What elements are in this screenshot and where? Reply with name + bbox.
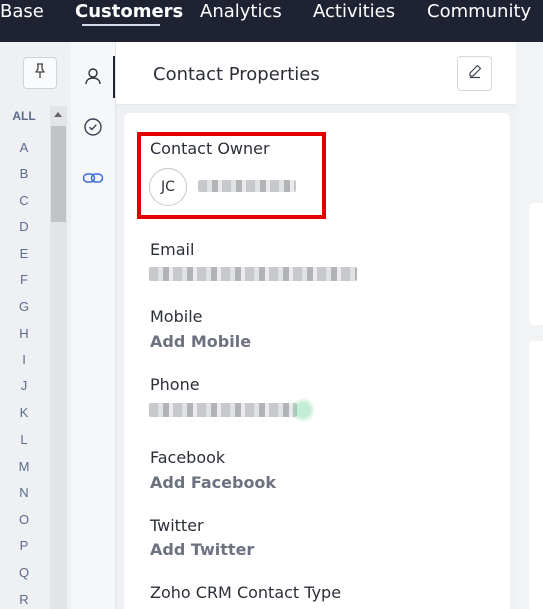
alphabet-scrollbar[interactable] xyxy=(50,106,67,609)
alpha-all[interactable]: ALL xyxy=(0,109,48,123)
alpha-letter[interactable]: F xyxy=(0,272,48,287)
alpha-letter[interactable]: M xyxy=(0,459,48,474)
twitter-label: Twitter xyxy=(150,516,204,535)
edit-button[interactable] xyxy=(457,56,492,91)
rail-active-indicator xyxy=(113,56,115,98)
alpha-letter[interactable]: D xyxy=(0,219,48,234)
scrollbar-thumb[interactable] xyxy=(51,126,66,222)
highlight-box xyxy=(137,132,326,219)
right-card xyxy=(529,433,543,609)
phone-value-redacted[interactable] xyxy=(149,403,297,417)
pin-button[interactable] xyxy=(23,57,57,89)
top-navigation: Base Customers Analytics Activities Comm… xyxy=(0,0,543,42)
detail-icon-rail xyxy=(71,42,116,609)
contact-properties-header: Contact Properties xyxy=(116,42,516,105)
alpha-letter[interactable]: R xyxy=(0,592,48,607)
nav-item-analytics[interactable]: Analytics xyxy=(200,1,282,22)
nav-item-activities[interactable]: Activities xyxy=(313,1,395,22)
alpha-letter[interactable]: L xyxy=(0,432,48,447)
add-twitter-link[interactable]: Add Twitter xyxy=(150,540,254,559)
nav-item-customers[interactable]: Customers xyxy=(75,1,183,22)
link-icon[interactable] xyxy=(81,166,105,190)
alpha-letter[interactable]: K xyxy=(0,405,48,420)
alpha-letter[interactable]: Q xyxy=(0,565,48,580)
scroll-up-arrow-icon[interactable] xyxy=(54,112,62,117)
alpha-letter[interactable]: I xyxy=(0,352,48,367)
nav-active-underline xyxy=(82,24,160,26)
alphabet-filter-panel: ALL A B C D E F G H I J K L M N O P Q R xyxy=(0,42,71,609)
alpha-letter[interactable]: P xyxy=(0,538,48,553)
add-facebook-link[interactable]: Add Facebook xyxy=(150,473,276,492)
alpha-letter[interactable]: B xyxy=(0,166,48,181)
email-label: Email xyxy=(150,240,195,259)
panel-title: Contact Properties xyxy=(153,64,320,85)
nav-item-base[interactable]: Base xyxy=(0,1,44,22)
alpha-letter[interactable]: E xyxy=(0,246,48,261)
add-mobile-link[interactable]: Add Mobile xyxy=(150,332,251,351)
phone-label: Phone xyxy=(150,375,200,394)
alpha-letter[interactable]: C xyxy=(0,193,48,208)
right-card xyxy=(529,341,543,433)
alpha-letter[interactable]: H xyxy=(0,326,48,341)
edit-icon xyxy=(467,63,483,84)
alpha-letter[interactable]: J xyxy=(0,378,48,393)
alpha-letter[interactable]: O xyxy=(0,512,48,527)
phone-call-icon[interactable] xyxy=(290,398,316,422)
mobile-label: Mobile xyxy=(150,307,203,326)
email-value-redacted[interactable] xyxy=(149,267,357,281)
pin-icon xyxy=(33,62,47,84)
alpha-letter[interactable]: G xyxy=(0,299,48,314)
alpha-letter[interactable]: N xyxy=(0,485,48,500)
facebook-label: Facebook xyxy=(150,448,226,467)
zoho-crm-contact-type-label: Zoho CRM Contact Type xyxy=(150,583,342,602)
nav-item-community[interactable]: Community xyxy=(427,1,531,22)
user-icon[interactable] xyxy=(81,64,105,88)
alpha-letter[interactable]: A xyxy=(0,140,48,155)
right-card xyxy=(529,203,543,325)
check-circle-icon[interactable] xyxy=(81,115,105,139)
